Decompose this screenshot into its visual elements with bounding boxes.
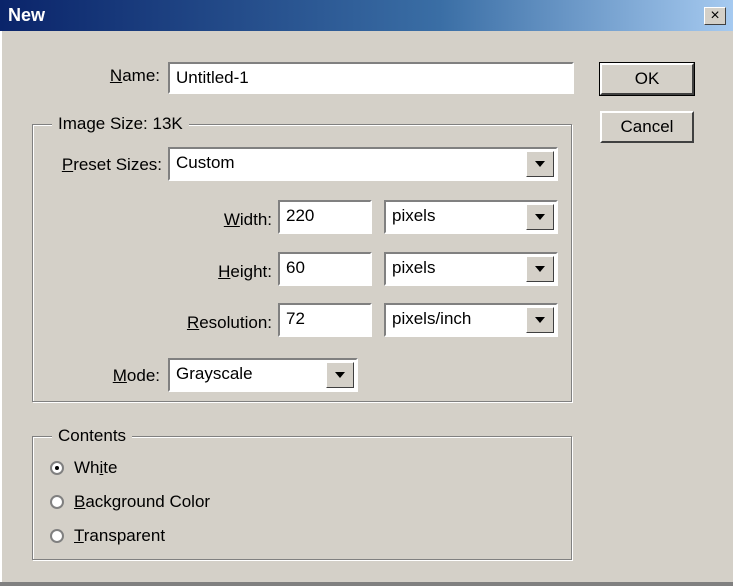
width-label: Width: [223, 210, 272, 229]
height-label: Height: [218, 262, 272, 281]
radio-button[interactable] [50, 495, 64, 509]
name-input[interactable]: Untitled-1 [168, 62, 574, 94]
radio-white[interactable]: White [50, 458, 117, 478]
mode-label: Mode: [112, 366, 160, 385]
radio-button[interactable] [50, 529, 64, 543]
close-button[interactable]: × [704, 7, 726, 25]
resolution-unit-value: pixels/inch [392, 309, 472, 328]
mode-dropdown-button[interactable] [326, 362, 354, 388]
preset-sizes-label: Preset Sizes: [61, 155, 162, 174]
height-input[interactable]: 60 [278, 252, 372, 286]
radio-transparent[interactable]: Transparent [50, 526, 165, 546]
height-unit-dropdown-button[interactable] [526, 256, 554, 282]
resolution-label: Resolution: [186, 313, 272, 332]
window-frame-left [0, 31, 2, 586]
chevron-down-icon [335, 372, 345, 378]
ok-button[interactable]: OK [599, 62, 695, 96]
resolution-unit-select[interactable]: pixels/inch [384, 303, 558, 337]
preset-sizes-value: Custom [176, 153, 235, 172]
radio-background-color[interactable]: Background Color [50, 492, 210, 512]
height-unit-value: pixels [392, 258, 436, 277]
radio-white-label: White [74, 458, 118, 477]
height-unit-select[interactable]: pixels [384, 252, 558, 286]
window-title: New [8, 5, 46, 25]
width-unit-value: pixels [392, 206, 436, 225]
title-bar [0, 0, 733, 31]
image-size-legend: Image Size: 13K [52, 114, 189, 134]
resolution-unit-dropdown-button[interactable] [526, 307, 554, 333]
radio-background-color-label: Background Color [74, 492, 211, 511]
chevron-down-icon [535, 214, 545, 220]
radio-button[interactable] [50, 461, 64, 475]
preset-sizes-dropdown-button[interactable] [526, 151, 554, 177]
resolution-input[interactable]: 72 [278, 303, 372, 337]
width-unit-select[interactable]: pixels [384, 200, 558, 234]
chevron-down-icon [535, 317, 545, 323]
preset-sizes-select[interactable]: Custom [168, 147, 558, 181]
close-icon: × [710, 7, 720, 24]
name-label: Name: [109, 66, 160, 85]
mode-value: Grayscale [176, 364, 253, 383]
radio-selected-dot [55, 466, 59, 470]
name-label-text: ame: [122, 66, 160, 85]
radio-transparent-label: Transparent [74, 526, 166, 545]
window-frame-bottom [0, 582, 733, 586]
chevron-down-icon [535, 161, 545, 167]
width-input[interactable]: 220 [278, 200, 372, 234]
width-unit-dropdown-button[interactable] [526, 204, 554, 230]
chevron-down-icon [535, 266, 545, 272]
contents-legend: Contents [52, 426, 133, 446]
mode-select[interactable]: Grayscale [168, 358, 358, 392]
cancel-button[interactable]: Cancel [600, 111, 694, 143]
